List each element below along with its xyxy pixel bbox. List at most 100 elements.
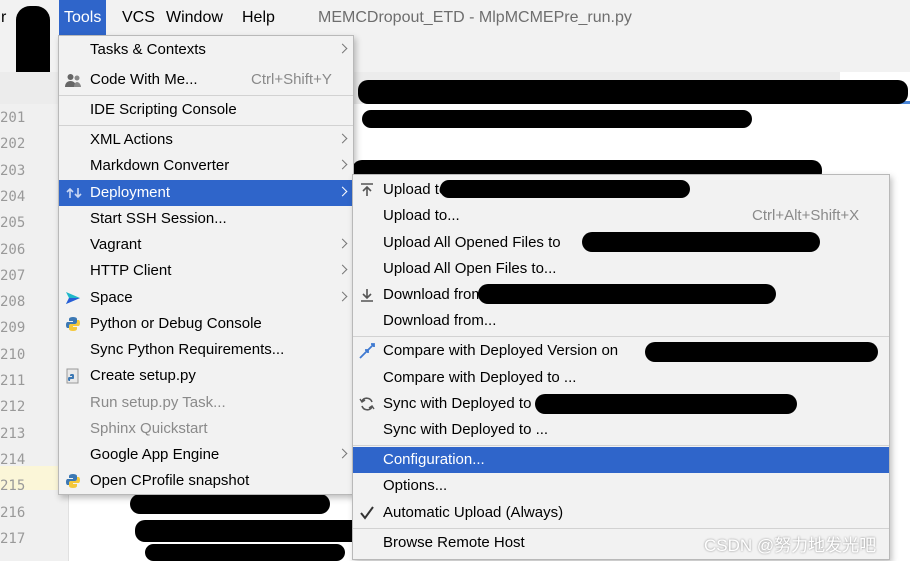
menu-separator	[353, 528, 889, 529]
menu-item-label: HTTP Client	[90, 262, 172, 279]
tools-menu: Tasks & Contexts Code With Me... Ctrl+Sh…	[58, 35, 354, 495]
menu-run[interactable]: r	[0, 0, 11, 36]
menu-item-label: Markdown Converter	[90, 157, 230, 174]
menu-help[interactable]: Help	[237, 0, 280, 36]
menu-item-label: Browse Remote Host	[383, 534, 525, 551]
menu-item-vagrant[interactable]: Vagrant	[59, 232, 353, 258]
csdn-watermark: CSDN @努力地发光吧	[704, 536, 877, 555]
menu-item-label: Automatic Upload (Always)	[383, 504, 564, 521]
menu-separator	[59, 125, 353, 126]
menu-item-space[interactable]: Space	[59, 285, 353, 311]
menu-item-label: Options...	[383, 477, 448, 494]
code-with-me-icon	[65, 74, 81, 87]
submenu-arrow-icon	[337, 264, 348, 275]
line-number: 207	[0, 267, 26, 284]
menu-item-label: Download from...	[383, 312, 497, 329]
menu-item-label: Start SSH Session...	[90, 210, 227, 227]
menu-item-http-client[interactable]: HTTP Client	[59, 258, 353, 284]
menu-item-label: Space	[90, 289, 133, 306]
menu-item-label: XML Actions	[90, 131, 173, 148]
menu-item-upload-all-open-files-to[interactable]: Upload All Open Files to...	[353, 256, 889, 282]
line-number: 205	[0, 215, 26, 232]
redaction	[582, 232, 820, 252]
menu-item-label: Upload All Opened Files to	[383, 234, 561, 251]
menu-item-label: Deployment	[90, 184, 171, 201]
menu-item-upload-to[interactable]: Upload to... Ctrl+Alt+Shift+X	[353, 203, 889, 229]
menu-item-create-setup-py[interactable]: Create setup.py	[59, 363, 353, 389]
window-title: MEMCDropout_ETD - MlpMCMEPre_run.py	[318, 9, 632, 26]
menu-item-open-cprofile-snapshot[interactable]: Open CProfile snapshot	[59, 468, 353, 494]
menu-item-label: Upload All Open Files to...	[383, 260, 557, 277]
submenu-arrow-icon	[337, 159, 348, 170]
line-number: 209	[0, 320, 26, 337]
line-number: 212	[0, 399, 26, 416]
deployment-icon	[66, 187, 82, 199]
menu-item-label: Run setup.py Task...	[90, 394, 226, 411]
redaction	[535, 394, 797, 414]
menu-item-label: Compare with Deployed to ...	[383, 369, 577, 386]
redaction	[362, 110, 752, 128]
redaction	[145, 544, 345, 561]
submenu-arrow-icon	[337, 238, 348, 249]
line-number: 211	[0, 373, 26, 389]
menu-item-automatic-upload[interactable]: Automatic Upload (Always)	[353, 500, 889, 526]
menu-window[interactable]: Window	[161, 0, 228, 36]
submenu-arrow-icon	[337, 448, 348, 459]
menu-tools[interactable]: Tools	[59, 0, 107, 36]
menu-item-ide-scripting-console[interactable]: IDE Scripting Console	[59, 97, 353, 123]
menu-item-label: Sync Python Requirements...	[90, 341, 285, 358]
menu-item-tasks-contexts[interactable]: Tasks & Contexts	[59, 37, 353, 63]
upload-icon	[361, 183, 373, 196]
menu-item-label: Sync with Deployed to ...	[383, 421, 549, 438]
menu-item-label: Open CProfile snapshot	[90, 472, 250, 489]
redaction	[478, 284, 776, 304]
menu-item-configuration[interactable]: Configuration...	[353, 447, 889, 473]
menubar: r un Tools VCS Window Help MEMCDropout_E…	[0, 0, 910, 36]
submenu-arrow-icon	[337, 291, 348, 302]
redaction	[645, 342, 878, 362]
compare-icon	[359, 343, 375, 359]
submenu-arrow-icon	[337, 186, 348, 197]
menu-item-sync-deployed-to[interactable]: Sync with Deployed to ...	[353, 417, 889, 443]
menu-item-label: Tasks & Contexts	[90, 41, 206, 58]
menu-item-compare-deployed-to[interactable]: Compare with Deployed to ...	[353, 365, 889, 391]
menu-item-label: Download from	[383, 286, 484, 303]
menu-item-options[interactable]: Options...	[353, 473, 889, 499]
shortcut-label: Ctrl+Alt+Shift+X	[752, 207, 860, 224]
cprofile-icon	[66, 474, 80, 488]
line-number: 201	[0, 110, 26, 126]
line-number: 217	[0, 530, 26, 547]
menu-item-label: Upload to...	[383, 207, 460, 224]
menu-item-sync-python-requirements[interactable]: Sync Python Requirements...	[59, 337, 353, 363]
menu-item-start-ssh-session[interactable]: Start SSH Session...	[59, 206, 353, 232]
line-number: 216	[0, 504, 26, 521]
menu-item-xml-actions[interactable]: XML Actions	[59, 127, 353, 153]
checkmark-icon	[360, 506, 374, 520]
redaction	[440, 180, 690, 198]
line-number: 204	[0, 188, 26, 205]
menu-item-run-setup-py-task: Run setup.py Task...	[59, 390, 353, 416]
line-number: 210	[0, 346, 26, 363]
download-icon	[361, 289, 373, 302]
menu-item-google-app-engine[interactable]: Google App Engine	[59, 442, 353, 468]
shortcut-label: Ctrl+Shift+Y	[251, 71, 332, 88]
line-number: 203	[0, 162, 26, 179]
menu-separator	[353, 445, 889, 446]
menu-item-deployment[interactable]: Deployment	[59, 180, 353, 206]
menu-item-download-from[interactable]: Download from...	[353, 308, 889, 334]
redaction	[358, 80, 908, 104]
line-number: 206	[0, 241, 26, 258]
menu-item-code-with-me[interactable]: Code With Me... Ctrl+Shift+Y	[59, 67, 353, 93]
menu-vcs[interactable]: VCS	[117, 0, 160, 36]
menu-item-label: Sphinx Quickstart	[90, 420, 208, 437]
submenu-arrow-icon	[337, 43, 348, 54]
space-icon	[66, 292, 80, 304]
menu-item-label: Vagrant	[90, 236, 142, 253]
redaction	[135, 520, 365, 542]
menu-item-markdown-converter[interactable]: Markdown Converter	[59, 153, 353, 179]
menu-item-python-debug-console[interactable]: Python or Debug Console	[59, 311, 353, 337]
menu-item-label: Python or Debug Console	[90, 315, 262, 332]
line-number: 214	[0, 451, 26, 468]
menu-item-label: IDE Scripting Console	[90, 101, 237, 118]
line-number: 213	[0, 425, 26, 442]
